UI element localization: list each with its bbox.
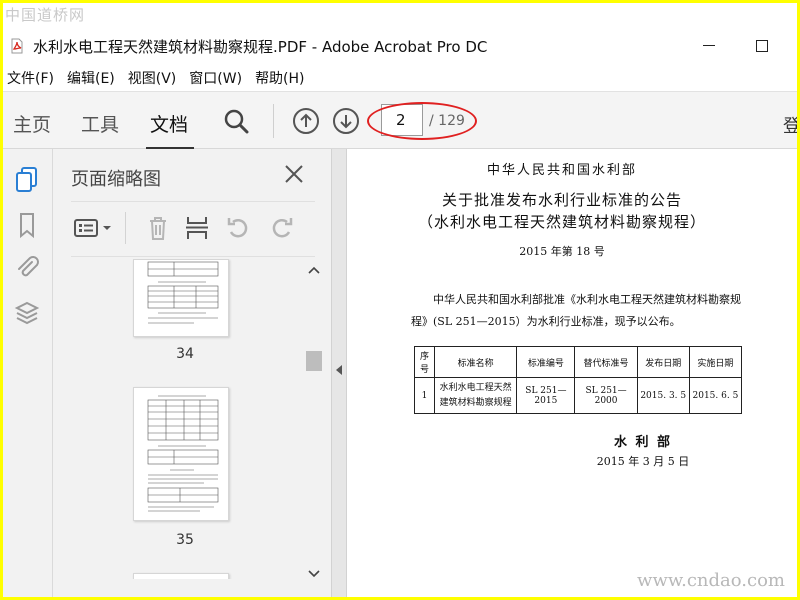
previous-page-icon[interactable]	[291, 106, 321, 136]
toolbar-separator	[273, 104, 274, 138]
menu-bar: 文件(F) 编辑(E) 视图(V) 窗口(W) 帮助(H)	[3, 65, 797, 91]
menu-window[interactable]: 窗口(W)	[185, 68, 246, 88]
scrollbar-thumb[interactable]	[306, 351, 322, 371]
screenshot-frame: 中国道桥网 www.cndao.com 水利水电工程天然建筑材料勘察规程.PDF…	[3, 3, 797, 597]
table-header-cell: 标准名称	[434, 346, 518, 378]
document-view: 中华人民共和国水利部 关于批准发布水利行业标准的公告 （水利水电工程天然建筑材料…	[347, 149, 797, 597]
undo-rotate-icon[interactable]	[223, 214, 253, 242]
thumbnail-page-number: 35	[176, 532, 194, 548]
tab-home[interactable]: 主页	[13, 110, 51, 137]
thumbnail-page-number: 34	[176, 346, 194, 362]
table-cell: 1	[413, 377, 436, 414]
table-header-cell: 序号	[413, 346, 436, 378]
menu-file[interactable]: 文件(F)	[3, 68, 58, 88]
table-header-cell: 发布日期	[636, 346, 690, 378]
table-row: 1 水利水电工程天然建筑材料勘察规程 SL 251—2015 SL 251—20…	[413, 377, 743, 414]
table-header-row: 序号 标准名称 标准编号 替代标准号 发布日期 实施日期	[413, 346, 743, 378]
scroll-down-icon[interactable]	[307, 565, 321, 584]
toolbar-separator	[125, 212, 126, 244]
page-thumbnail[interactable]	[133, 387, 229, 521]
page-thumbnail[interactable]	[133, 573, 229, 579]
doc-issuing-authority: 中华人民共和国水利部	[486, 163, 637, 178]
annotation-highlight-ellipse	[367, 102, 477, 140]
insert-page-icon[interactable]	[183, 214, 213, 242]
doc-signature: 水 利 部	[613, 435, 673, 450]
menu-help[interactable]: 帮助(H)	[251, 68, 308, 88]
doc-notice-number: 2015 年第 18 号	[519, 245, 605, 258]
sign-in-label-partial[interactable]: 登	[783, 112, 797, 138]
layers-icon[interactable]	[13, 299, 41, 327]
minimize-button[interactable]	[695, 35, 723, 57]
panel-title: 页面缩略图	[71, 169, 161, 190]
delete-page-icon[interactable]	[143, 214, 173, 242]
page-thumbnails-panel: 页面缩略图 34 35	[53, 149, 331, 597]
navigation-pane-strip	[3, 149, 53, 597]
table-header-cell: 替代标准号	[574, 346, 638, 378]
menu-view[interactable]: 视图(V)	[124, 68, 181, 88]
collapse-arrow-icon[interactable]	[335, 361, 343, 380]
attachment-icon[interactable]	[13, 253, 41, 281]
doc-date: 2015 年 3 月 5 日	[596, 455, 690, 468]
doc-paragraph: 中华人民共和国水利部批准《水利水电工程天然建筑材料勘察规程》(SL 251—20…	[411, 293, 741, 328]
watermark-site-url: www.cndao.com	[637, 570, 785, 591]
watermark-site-name: 中国道桥网	[5, 6, 86, 24]
close-icon[interactable]	[283, 163, 305, 185]
page-thumbnail[interactable]	[133, 259, 229, 337]
window-title: 水利水电工程天然建筑材料勘察规程.PDF - Adobe Acrobat Pro…	[33, 37, 488, 56]
table-cell: SL 251—2015	[516, 377, 576, 414]
table-cell: 2015. 3. 5	[636, 377, 690, 414]
dropdown-caret-icon[interactable]	[101, 214, 113, 242]
maximize-button[interactable]	[748, 35, 776, 57]
pdf-file-icon	[9, 38, 25, 54]
redo-rotate-icon[interactable]	[267, 214, 297, 242]
search-icon[interactable]	[221, 106, 251, 136]
thumbnail-toolbar	[71, 201, 315, 257]
doc-title-line2: （水利水电工程天然建筑材料勘察规程）	[417, 213, 706, 231]
bookmark-icon[interactable]	[13, 211, 41, 239]
main-toolbar: 主页 工具 文档 / 129 登	[3, 91, 797, 150]
menu-edit[interactable]: 编辑(E)	[63, 68, 119, 88]
table-header-cell: 标准编号	[516, 346, 576, 378]
thumbnail-list: 34 35	[71, 259, 299, 579]
scroll-up-icon[interactable]	[307, 261, 321, 280]
table-cell: SL 251—2000	[574, 377, 638, 414]
table-cell: 水利水电工程天然建筑材料勘察规程	[434, 377, 518, 414]
page-thumbnails-icon[interactable]	[13, 165, 41, 193]
title-bar: 水利水电工程天然建筑材料勘察规程.PDF - Adobe Acrobat Pro…	[3, 27, 797, 65]
table-header-cell: 实施日期	[688, 346, 743, 378]
doc-title-line1: 关于批准发布水利行业标准的公告	[441, 191, 682, 209]
tab-tools[interactable]: 工具	[81, 110, 119, 137]
thumbnail-scrollbar[interactable]	[303, 259, 325, 581]
thumbnail-options-icon[interactable]	[73, 214, 103, 242]
standards-table: 序号 标准名称 标准编号 替代标准号 发布日期 实施日期 1 水利水电工程天然建…	[413, 346, 743, 414]
panel-collapse-handle[interactable]	[331, 149, 347, 597]
table-cell: 2015. 6. 5	[688, 377, 743, 414]
tab-document[interactable]: 文档	[150, 110, 188, 137]
next-page-icon[interactable]	[331, 106, 361, 136]
